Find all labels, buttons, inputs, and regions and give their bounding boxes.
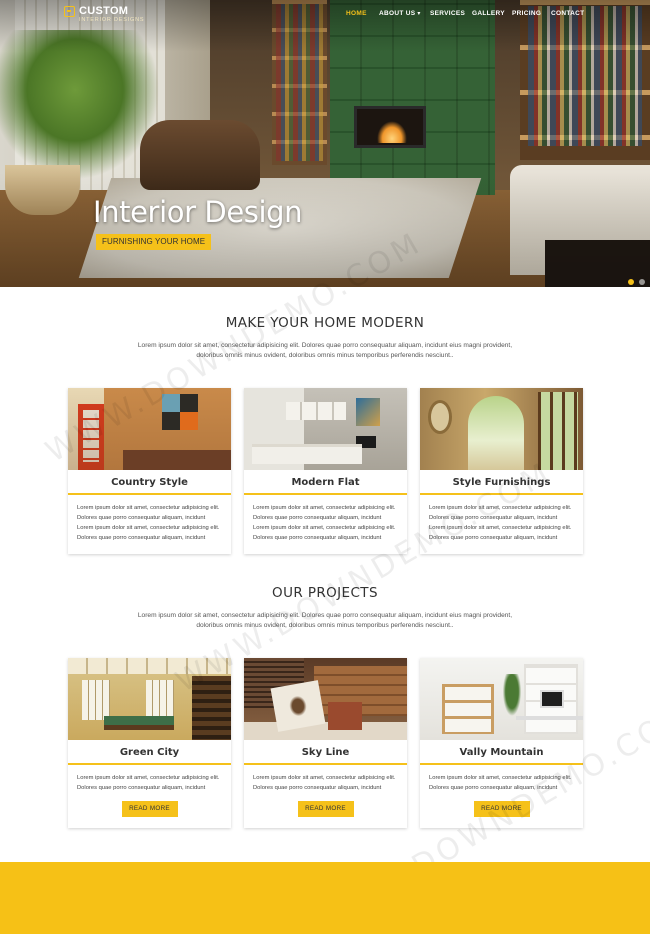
card-title: Sky Line	[244, 740, 407, 765]
intro-text-line: doloribus omnis minus ovident, doloribus…	[196, 352, 454, 359]
card-title: Country Style	[68, 470, 231, 495]
card-text-line: Dolores quae porro consequatur aliquam, …	[253, 515, 382, 521]
furnishing-button[interactable]: FURNISHING YOUR HOME	[96, 234, 212, 250]
vally-monitor	[540, 690, 564, 708]
card-text-line: Lorem ipsum dolor sit amet, consectetur …	[429, 525, 572, 531]
modern-poster	[356, 398, 380, 426]
card-text-line: Dolores quae porro consequatur aliquam, …	[253, 535, 382, 541]
card-text: Lorem ipsum dolor sit amet, consectetur …	[244, 765, 407, 793]
logo-text: CUSTOM INTERIOR DESIGNS	[79, 5, 144, 24]
sky-sofa	[244, 722, 407, 740]
card-text-line: Lorem ipsum dolor sit amet, consectetur …	[429, 505, 572, 511]
card-text-line: Lorem ipsum dolor sit amet, consectetur …	[429, 775, 572, 781]
green-pool-table	[104, 716, 174, 730]
style-door	[538, 392, 578, 470]
modern-bed	[252, 444, 362, 464]
read-more-button[interactable]: READ MORE	[297, 801, 354, 817]
card-title: Style Furnishings	[420, 470, 583, 495]
green-stairs	[192, 676, 231, 740]
card-text-line: Dolores quae porro consequatur aliquam, …	[429, 785, 558, 791]
project-card-green-city: Green City Lorem ipsum dolor sit amet, c…	[68, 658, 231, 828]
card-text: Lorem ipsum dolor sit amet, consectetur …	[68, 495, 231, 543]
nav-item-gallery[interactable]: GALLERY	[472, 10, 505, 17]
card-text: Lorem ipsum dolor sit amet, consectetur …	[420, 495, 583, 543]
slider-dot[interactable]	[639, 279, 645, 285]
nav-item-pricing[interactable]: PRICING	[512, 10, 541, 17]
card-title: Modern Flat	[244, 470, 407, 495]
sky-line-image	[244, 658, 407, 740]
nav-item-services[interactable]: SERVICES	[430, 10, 465, 17]
card-text-line: Dolores quae porro consequatur aliquam, …	[77, 535, 206, 541]
card-text-line: Dolores quae porro consequatur aliquam, …	[429, 515, 558, 521]
slider-dot[interactable]	[628, 279, 634, 285]
card-title: Vally Mountain	[420, 740, 583, 765]
service-card-modern-flat: Modern Flat Lorem ipsum dolor sit amet, …	[244, 388, 407, 554]
section-title-modern: MAKE YOUR HOME MODERN	[225, 315, 425, 331]
country-art	[162, 394, 198, 430]
modern-shelves	[286, 402, 346, 420]
read-more-button[interactable]: READ MORE	[121, 801, 178, 817]
intro-text-line: Lorem ipsum dolor sit amet, consectetur …	[137, 342, 513, 349]
vally-mountain-image	[420, 658, 583, 740]
card-text-line: Lorem ipsum dolor sit amet, consectetur …	[77, 525, 220, 531]
footer-band	[0, 862, 650, 934]
service-card-country-style: Country Style Lorem ipsum dolor sit amet…	[68, 388, 231, 554]
section-projects-text: Lorem ipsum dolor sit amet, consectetur …	[110, 611, 540, 631]
country-style-image	[68, 388, 231, 470]
nav-item-home[interactable]: HOME	[346, 10, 367, 17]
project-card-sky-line: Sky Line Lorem ipsum dolor sit amet, con…	[244, 658, 407, 828]
green-window	[82, 680, 110, 720]
section-intro-text: Lorem ipsum dolor sit amet, consectetur …	[110, 341, 540, 361]
section-title-projects: OUR PROJECTS	[272, 585, 378, 601]
modern-flat-image	[244, 388, 407, 470]
nav-item-about-label: ABOUT US	[379, 10, 416, 17]
hero-banner: CUSTOM INTERIOR DESIGNS HOME ABOUT US ▾ S…	[0, 0, 650, 287]
green-ceiling	[68, 658, 231, 674]
card-text-line: Lorem ipsum dolor sit amet, consectetur …	[253, 775, 396, 781]
card-text: Lorem ipsum dolor sit amet, consectetur …	[420, 765, 583, 793]
nav-item-about-us[interactable]: ABOUT US ▾	[379, 10, 421, 17]
projects-text-line: Lorem ipsum dolor sit amet, consectetur …	[137, 612, 513, 619]
hero-title: Interior Design	[93, 195, 303, 229]
green-window	[146, 680, 174, 720]
slider-dots	[628, 279, 645, 285]
card-title: Green City	[68, 740, 231, 765]
service-card-style-furnishings: Style Furnishings Lorem ipsum dolor sit …	[420, 388, 583, 554]
brand-name: CUSTOM	[79, 5, 129, 17]
card-text-line: Lorem ipsum dolor sit amet, consectetur …	[253, 525, 396, 531]
vally-shelf	[442, 684, 494, 734]
card-text-line: Dolores quae porro consequatur aliquam, …	[429, 535, 558, 541]
logo-icon	[64, 6, 75, 17]
green-city-image	[68, 658, 231, 740]
style-mirror	[428, 400, 452, 434]
nav-item-contact[interactable]: CONTACT	[551, 10, 584, 17]
brand-tagline: INTERIOR DESIGNS	[79, 17, 145, 23]
card-text-line: Lorem ipsum dolor sit amet, consectetur …	[77, 775, 220, 781]
project-card-vally-mountain: Vally Mountain Lorem ipsum dolor sit ame…	[420, 658, 583, 828]
sky-pillow	[328, 702, 362, 730]
sky-pillow	[270, 680, 326, 732]
card-text-line: Lorem ipsum dolor sit amet, consectetur …	[77, 505, 220, 511]
chevron-down-icon: ▾	[417, 11, 421, 17]
card-text: Lorem ipsum dolor sit amet, consectetur …	[244, 495, 407, 543]
card-text-line: Dolores quae porro consequatur aliquam, …	[253, 785, 382, 791]
vally-plant	[502, 674, 522, 718]
card-text-line: Lorem ipsum dolor sit amet, consectetur …	[253, 505, 396, 511]
brand-logo[interactable]: CUSTOM INTERIOR DESIGNS	[64, 5, 144, 24]
read-more-button[interactable]: READ MORE	[473, 801, 530, 817]
style-arch	[468, 396, 524, 470]
card-text: Lorem ipsum dolor sit amet, consectetur …	[68, 765, 231, 793]
style-furnishings-image	[420, 388, 583, 470]
vally-desk	[516, 716, 583, 720]
card-text-line: Dolores quae porro consequatur aliquam, …	[77, 515, 206, 521]
card-text-line: Dolores quae porro consequatur aliquam, …	[77, 785, 206, 791]
top-nav: CUSTOM INTERIOR DESIGNS HOME ABOUT US ▾ S…	[0, 0, 650, 30]
country-sofa	[123, 450, 231, 470]
projects-text-line: doloribus omnis minus ovident, doloribus…	[196, 622, 454, 629]
